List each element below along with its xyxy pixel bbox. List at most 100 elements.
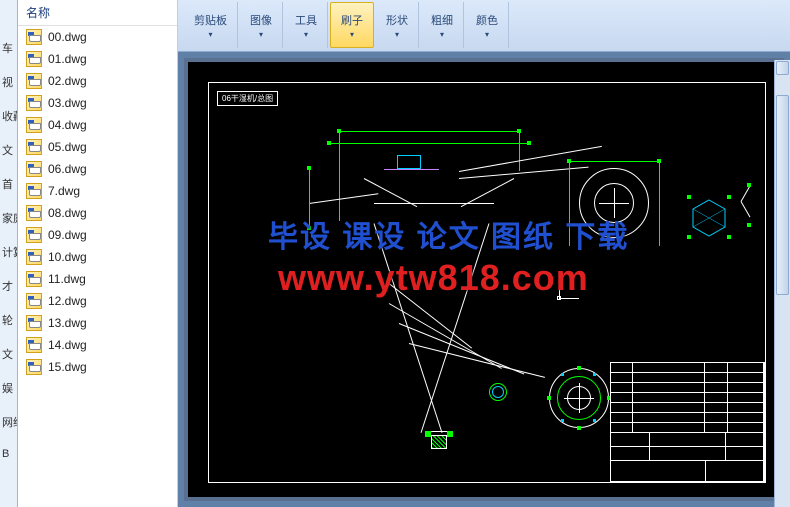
file-item[interactable]: 05.dwg [18,136,177,158]
dwg-file-icon [26,73,42,89]
file-item[interactable]: 01.dwg [18,48,177,70]
file-item[interactable]: 00.dwg [18,26,177,48]
chevron-down-icon: ▾ [304,30,308,39]
dwg-file-icon [26,183,42,199]
chevron-down-icon: ▾ [395,30,399,39]
file-item[interactable]: 03.dwg [18,92,177,114]
parts-list-table [610,362,765,482]
dwg-file-icon [26,293,42,309]
hexagon-view [689,198,729,238]
drawing-canvas[interactable]: 06干湿机/总图 [184,58,784,501]
canvas-wrapper: 06干湿机/总图 [178,52,790,507]
ribbon-group-label: 颜色 [476,12,498,28]
category-item[interactable]: 计算 [0,244,17,260]
dwg-file-icon [26,51,42,67]
category-item[interactable]: 首 [0,176,17,192]
clipboard-group[interactable]: 剪贴板▾ [184,2,238,48]
file-name-label: 09.dwg [48,228,87,242]
chevron-down-icon: ▾ [485,30,489,39]
dwg-file-icon [26,271,42,287]
brush-group[interactable]: 刷子▾ [330,2,374,48]
file-item[interactable]: 02.dwg [18,70,177,92]
dim-tick [337,129,341,133]
part-purple [384,169,439,170]
category-item[interactable]: 网络 [0,414,17,430]
main-area: 剪贴板▾图像▾工具▾刷子▾形状▾粗细▾颜色▾ 06干湿机/总图 [178,0,790,507]
file-item[interactable]: 08.dwg [18,202,177,224]
category-item[interactable]: 车 [0,40,17,56]
drawing-title-block: 06干湿机/总图 [217,91,278,106]
category-item[interactable]: 娱 [0,380,17,396]
category-item[interactable]: 轮 [0,312,17,328]
dim-line [329,143,529,144]
dwg-file-icon [26,315,42,331]
bolt-hole [593,373,596,376]
dim-line [339,131,519,132]
file-item[interactable]: 15.dwg [18,356,177,378]
dim-tick [327,141,331,145]
dim-tick [657,159,661,163]
dim-line [569,161,659,162]
file-item[interactable]: 14.dwg [18,334,177,356]
dim-tick [307,166,311,170]
dim-tick [447,431,453,437]
dim-tick [567,159,571,163]
leader-line [409,343,545,378]
file-name-label: 10.dwg [48,250,87,264]
dim-tick [687,195,691,199]
file-item[interactable]: 11.dwg [18,268,177,290]
dim-tick [747,223,751,227]
image-group[interactable]: 图像▾ [240,2,283,48]
file-item[interactable]: 06.dwg [18,158,177,180]
category-item[interactable]: 家庭 [0,210,17,226]
file-name-label: 13.dwg [48,316,87,330]
file-name-label: 7.dwg [48,184,80,198]
colors-group[interactable]: 颜色 ▾ [466,2,509,48]
scrollbar-thumb[interactable] [776,95,789,295]
category-item[interactable]: 文 [0,346,17,362]
category-item[interactable]: 视 [0,74,17,90]
dwg-file-icon [26,227,42,243]
dwg-file-icon [26,117,42,133]
file-list-panel: 名称 00.dwg01.dwg02.dwg03.dwg 04.dwg 05.dwg 0… [18,0,178,507]
category-item[interactable]: 才 [0,278,17,294]
dim-tick [577,426,581,430]
bolt-hole [593,419,596,422]
dim-tick [577,366,581,370]
file-item[interactable]: 09.dwg [18,224,177,246]
dim-line [519,131,520,171]
category-item[interactable]: 文 [0,142,17,158]
ribbon-group-label: 刷子 [341,12,363,28]
file-item[interactable]: 12.dwg [18,290,177,312]
dim-tick [517,129,521,133]
category-item[interactable]: B [0,448,17,460]
ribbon-toolbar: 剪贴板▾图像▾工具▾刷子▾形状▾粗细▾颜色▾ [178,0,790,52]
vertical-scrollbar[interactable] [774,60,790,507]
small-circle-inner [492,386,504,398]
file-item[interactable]: 10.dwg [18,246,177,268]
scrollbar-arrow-up[interactable] [776,61,789,75]
body-line [374,203,494,204]
file-item[interactable]: 13.dwg [18,312,177,334]
tools-group[interactable]: 工具▾ [285,2,328,48]
small-part-line [741,186,751,202]
category-item[interactable]: 收藏 [0,108,17,124]
chevron-down-icon: ▾ [440,30,444,39]
ribbon-group-label: 图像 [250,12,272,28]
file-name-label: 06.dwg [48,162,87,176]
file-name-label: 04.dwg [48,118,87,132]
dwg-file-icon [26,29,42,45]
dim-tick [727,195,731,199]
shapes-group[interactable]: 形状 ▾ [376,2,419,48]
thickness-group[interactable]: 粗细▾ [421,2,464,48]
file-item[interactable]: 7.dwg [18,180,177,202]
file-list-header[interactable]: 名称 [18,0,177,26]
file-name-label: 14.dwg [48,338,87,352]
file-name-label: 05.dwg [48,140,87,154]
dim-tick [527,141,531,145]
dwg-file-icon [26,139,42,155]
file-item[interactable]: 04.dwg [18,114,177,136]
small-part-line [741,201,751,217]
file-name-label: 12.dwg [48,294,87,308]
ribbon-group-label: 形状 [386,12,408,28]
